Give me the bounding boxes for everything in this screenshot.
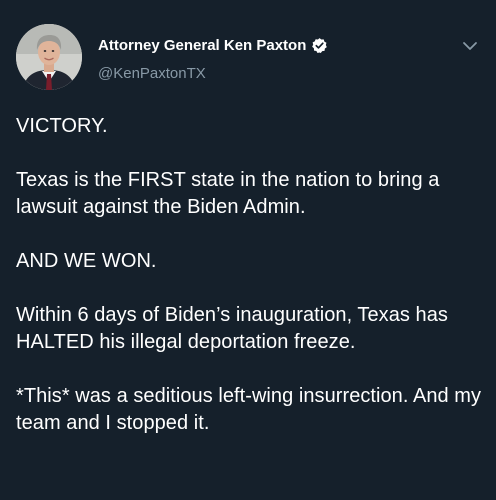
author-display-name[interactable]: Attorney General Ken Paxton xyxy=(98,37,306,54)
tweet-header: Attorney General Ken Paxton @KenPaxtonTX xyxy=(16,24,484,94)
profile-photo xyxy=(16,24,82,90)
tweet-text: VICTORY. Texas is the FIRST state in the… xyxy=(16,113,482,437)
author-name-line[interactable]: Attorney General Ken Paxton xyxy=(98,37,328,54)
tweet-paragraph: *This* was a seditious left-wing insurre… xyxy=(16,385,482,434)
author-handle[interactable]: @KenPaxtonTX xyxy=(98,65,206,82)
tweet-card: Attorney General Ken Paxton @KenPaxtonTX… xyxy=(0,0,496,500)
tweet-paragraph: Within 6 days of Biden’s inauguration, T… xyxy=(16,304,448,353)
verified-badge-icon xyxy=(311,37,328,54)
tweet-paragraph: AND WE WON. xyxy=(16,250,157,272)
chevron-down-icon[interactable] xyxy=(460,36,480,56)
tweet-paragraph: VICTORY. xyxy=(16,115,108,137)
tweet-paragraph: Texas is the FIRST state in the nation t… xyxy=(16,169,440,218)
avatar[interactable] xyxy=(16,24,82,90)
